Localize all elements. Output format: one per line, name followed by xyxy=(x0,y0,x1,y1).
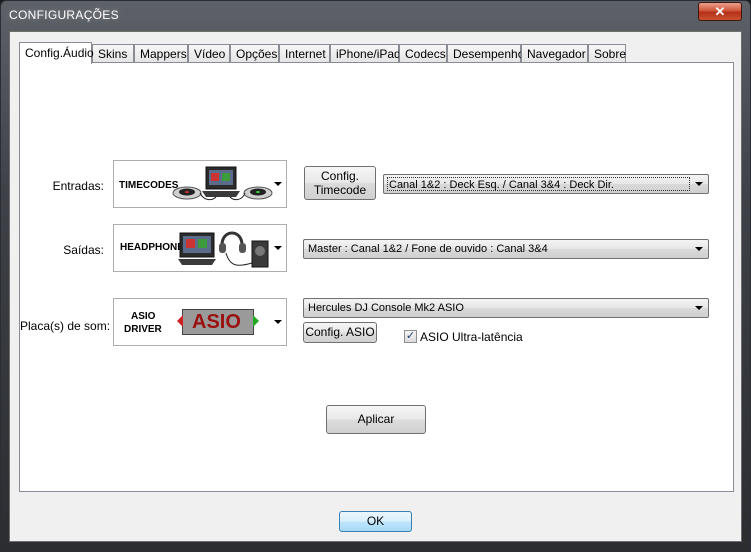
settings-window: CONFIGURAÇÕES ✕ Config.Áudio Skins Mappe… xyxy=(0,0,751,552)
inputs-mode-picker[interactable]: TIMECODES xyxy=(113,160,287,208)
chevron-down-icon xyxy=(695,182,703,186)
chevron-down-icon xyxy=(274,246,282,250)
outputs-mode-picker[interactable]: HEADPHONES xyxy=(113,224,287,272)
asio-ultra-latency-label: ASIO Ultra-latência xyxy=(420,330,523,344)
apply-button[interactable]: Aplicar xyxy=(326,405,426,434)
headphones-illustration-icon xyxy=(178,231,269,268)
tab-codecs[interactable]: Codecs xyxy=(399,44,447,63)
asio-ultra-latency-checkbox[interactable]: ✓ xyxy=(404,330,417,343)
config-asio-button[interactable]: Config. ASIO xyxy=(303,322,377,343)
timecodes-illustration-icon xyxy=(172,166,273,201)
tab-about[interactable]: Sobre xyxy=(588,44,626,63)
soundcard-select[interactable]: Hercules DJ Console Mk2 ASIO xyxy=(303,298,709,318)
tab-iphone-ipad[interactable]: iPhone/iPad xyxy=(330,44,401,63)
soundcard-label: Placa(s) de som: xyxy=(20,319,111,333)
inputs-label: Entradas: xyxy=(52,179,104,193)
chevron-down-icon xyxy=(695,247,703,251)
close-button[interactable]: ✕ xyxy=(698,2,742,21)
asio-logo-text: ASIO xyxy=(192,311,241,333)
driver-caption: DRIVER xyxy=(124,324,162,335)
soundcard-value: Hercules DJ Console Mk2 ASIO xyxy=(308,302,464,314)
asio-caption: ASIO xyxy=(131,311,156,322)
arrow-right-icon xyxy=(253,315,259,327)
inputs-routing-value: Canal 1&2 : Deck Esq. / Canal 3&4 : Deck… xyxy=(387,177,690,191)
tab-browser[interactable]: Navegador xyxy=(521,44,588,63)
chevron-down-icon xyxy=(274,320,282,324)
ok-button[interactable]: OK xyxy=(339,511,412,532)
config-timecode-button[interactable]: Config. Timecode xyxy=(304,166,376,200)
close-icon: ✕ xyxy=(714,4,726,19)
tab-video[interactable]: Vídeo xyxy=(188,44,230,63)
checkmark-icon: ✓ xyxy=(405,330,416,342)
tab-internet[interactable]: Internet xyxy=(279,44,330,63)
dialog-client-area: Config.Áudio Skins Mappers Vídeo Opções … xyxy=(9,31,742,542)
soundcard-mode-picker[interactable]: ASIO DRIVER ASIO xyxy=(113,298,287,346)
tab-skins[interactable]: Skins xyxy=(92,44,134,63)
timecodes-caption: TIMECODES xyxy=(119,180,179,191)
chevron-down-icon xyxy=(274,182,282,186)
audio-config-panel: Entradas: TIMECODES Config. Timecode Can… xyxy=(19,62,734,492)
arrow-left-icon xyxy=(177,315,183,327)
tab-config-audio[interactable]: Config.Áudio xyxy=(19,42,94,64)
window-title: CONFIGURAÇÕES xyxy=(9,8,119,22)
tab-performance[interactable]: Desempenho xyxy=(447,44,524,63)
inputs-routing-select[interactable]: Canal 1&2 : Deck Esq. / Canal 3&4 : Deck… xyxy=(383,174,709,194)
outputs-routing-value: Master : Canal 1&2 / Fone de ouvido : Ca… xyxy=(308,243,548,255)
tab-mappers[interactable]: Mappers xyxy=(134,44,188,63)
outputs-label: Saídas: xyxy=(63,243,104,257)
chevron-down-icon xyxy=(695,306,703,310)
outputs-routing-select[interactable]: Master : Canal 1&2 / Fone de ouvido : Ca… xyxy=(303,239,709,259)
asio-logo: ASIO xyxy=(177,309,259,335)
tab-options[interactable]: Opções xyxy=(230,44,279,63)
title-bar[interactable]: CONFIGURAÇÕES ✕ xyxy=(1,1,750,31)
